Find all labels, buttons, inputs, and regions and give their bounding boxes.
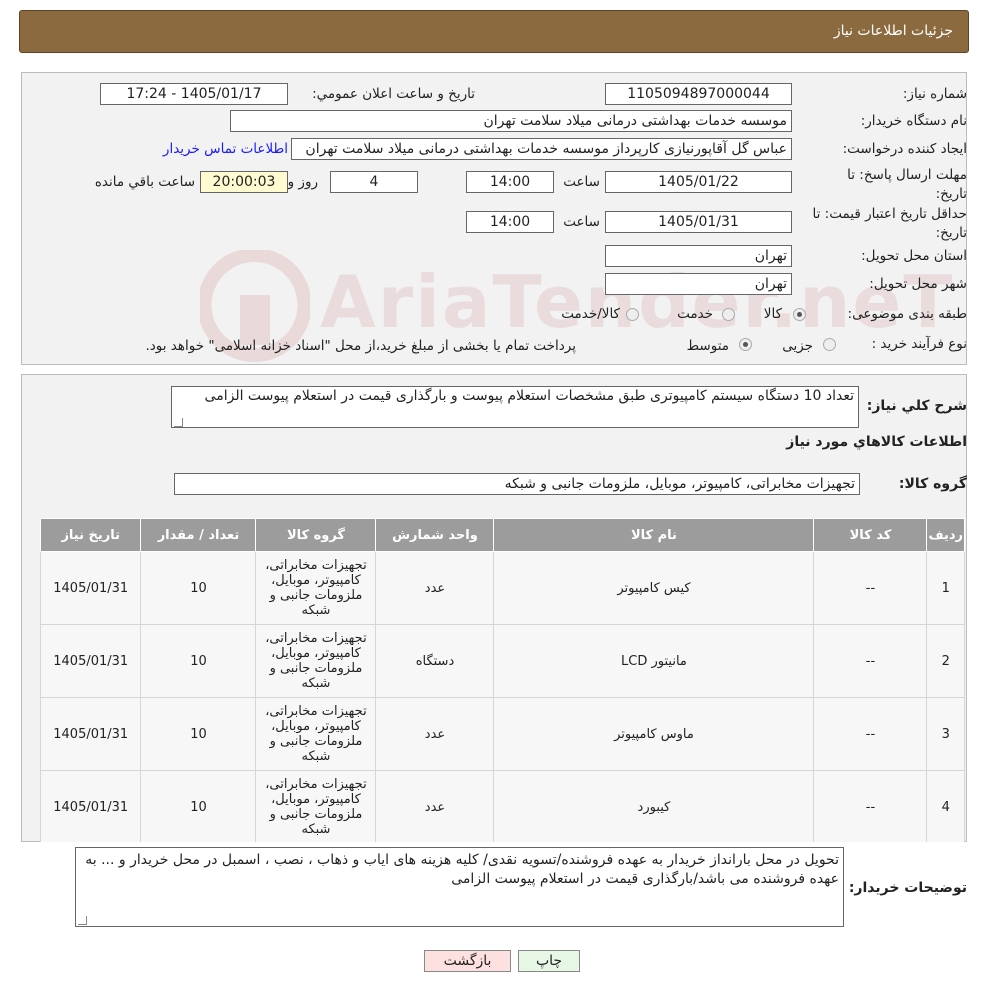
category-option-service: خدمت (677, 306, 713, 322)
cell-code: -- (813, 697, 928, 771)
cell-name: مانیتور LCD (493, 624, 815, 698)
cell-name: کیبورد (493, 770, 815, 844)
creator-field: عباس گل آقاپورنیازی کارپرداز موسسه خدمات… (291, 138, 792, 160)
cell-qty: 10 (140, 624, 257, 698)
process-option-medium: متوسط (686, 338, 729, 354)
province-field: تهران (605, 245, 792, 267)
cell-date: 1405/01/31 (39, 697, 142, 771)
group-label: گروه كالا: (898, 476, 967, 492)
table-header-row: ردیف كد كالا نام كالا واحد شمارش گروه كا… (39, 518, 965, 552)
need-number-label: شماره نیاز: (902, 86, 967, 102)
cell-qty: 10 (140, 770, 257, 844)
announce-field: 1405/01/17 - 17:24 (100, 83, 288, 105)
category-radio-service[interactable] (722, 308, 735, 321)
page-title: جزئیات اطلاعات نیاز (833, 23, 953, 39)
desc-label: شرح كلي نیاز: (866, 398, 967, 414)
cell-unit: دستگاه (375, 624, 495, 698)
items-table: ردیف كد كالا نام كالا واحد شمارش گروه كا… (39, 518, 965, 844)
cell-row: 2 (926, 624, 965, 698)
process-radio-minor[interactable] (823, 338, 836, 351)
cell-date: 1405/01/31 (39, 551, 142, 625)
deadline-label: مهلت ارسال پاسخ: تا تاریخ: (847, 167, 967, 202)
process-option-minor: جزیی (782, 338, 813, 354)
goods-info-title: اطلاعات كالاهاي مورد نیاز (786, 434, 967, 450)
contact-link[interactable]: اطلاعات تماس خریدار (163, 141, 288, 157)
print-button[interactable]: چاپ (518, 950, 580, 972)
page-header: جزئیات اطلاعات نیاز (19, 10, 969, 53)
category-radio-goods[interactable] (793, 308, 806, 321)
cell-code: -- (813, 770, 928, 844)
cell-row: 4 (926, 770, 965, 844)
cell-qty: 10 (140, 551, 257, 625)
col-group: گروه كالا (255, 518, 377, 552)
validity-time-field: 14:00 (466, 211, 554, 233)
cell-unit: عدد (375, 697, 495, 771)
col-date: تاریخ نیاز (39, 518, 142, 552)
col-qty: تعداد / مقدار (140, 518, 257, 552)
table-row: 3 -- ماوس کامپیوتر عدد تجهیزات مخابراتی،… (39, 697, 965, 771)
cell-qty: 10 (140, 697, 257, 771)
cell-row: 1 (926, 551, 965, 625)
process-label: نوع فرآیند خرید : (871, 336, 967, 352)
category-radio-both[interactable] (626, 308, 639, 321)
validity-time-label: ساعت (563, 214, 600, 230)
category-option-both: کالا/خدمت (561, 306, 620, 322)
cell-code: -- (813, 551, 928, 625)
cell-unit: عدد (375, 770, 495, 844)
desc-resize-icon[interactable] (174, 418, 183, 427)
notes-resize-icon[interactable] (78, 916, 87, 925)
cell-row: 3 (926, 697, 965, 771)
back-button[interactable]: بازگشت (424, 950, 511, 972)
city-label: شهر محل تحویل: (869, 276, 967, 292)
cell-name: ماوس کامپیوتر (493, 697, 815, 771)
cell-group: تجهیزات مخابراتی، کامپیوتر، موبایل، ملزو… (255, 770, 377, 844)
col-name: نام كالا (493, 518, 815, 552)
buyer-notes-label: توضیحات خریدار: (848, 880, 967, 896)
deadline-time-field: 14:00 (466, 171, 554, 193)
province-label: استان محل تحویل: (861, 248, 967, 264)
deadline-time-label: ساعت (563, 174, 600, 190)
buyer-org-label: نام دستگاه خریدار: (860, 113, 967, 129)
process-note: پرداخت تمام یا بخشی از مبلغ خرید،از محل … (145, 338, 576, 354)
validity-date-field: 1405/01/31 (605, 211, 792, 233)
col-unit: واحد شمارش (375, 518, 495, 552)
creator-label: ایجاد کننده درخواست: (842, 141, 967, 157)
col-code: كد كالا (813, 518, 928, 552)
days-field: 4 (330, 171, 418, 193)
announce-label: تاریخ و ساعت اعلان عمومي: (312, 86, 475, 102)
cell-date: 1405/01/31 (39, 624, 142, 698)
remaining-label: ساعت باقي مانده (94, 174, 195, 190)
cell-group: تجهیزات مخابراتی، کامپیوتر، موبایل، ملزو… (255, 697, 377, 771)
process-radio-medium[interactable] (739, 338, 752, 351)
city-field: تهران (605, 273, 792, 295)
days-label: روز و (287, 174, 318, 190)
need-number-field: 1105094897000044 (605, 83, 792, 105)
category-option-goods: کالا (763, 306, 782, 322)
col-row: ردیف (926, 518, 965, 552)
buyer-org-field: موسسه خدمات بهداشتی درمانی میلاد سلامت ت… (230, 110, 792, 132)
cell-group: تجهیزات مخابراتی، کامپیوتر، موبایل، ملزو… (255, 551, 377, 625)
table-row: 1 -- کیس کامپیوتر عدد تجهیزات مخابراتی، … (39, 551, 965, 625)
validity-label: حداقل تاریخ اعتبار قیمت: تا تاریخ: (812, 206, 967, 241)
cell-group: تجهیزات مخابراتی، کامپیوتر، موبایل، ملزو… (255, 624, 377, 698)
desc-field: تعداد 10 دستگاه سیستم کامپیوتری طبق مشخص… (171, 386, 859, 428)
cell-code: -- (813, 624, 928, 698)
category-label: طبقه بندی موضوعی: (847, 306, 967, 322)
cell-unit: عدد (375, 551, 495, 625)
table-row: 4 -- کیبورد عدد تجهیزات مخابراتی، کامپیو… (39, 770, 965, 844)
remaining-field: 20:00:03 (200, 171, 288, 193)
table-row: 2 -- مانیتور LCD دستگاه تجهیزات مخابراتی… (39, 624, 965, 698)
group-field: تجهیزات مخابراتی، کامپیوتر، موبایل، ملزو… (174, 473, 860, 495)
cell-date: 1405/01/31 (39, 770, 142, 844)
cell-name: کیس کامپیوتر (493, 551, 815, 625)
buyer-notes-field: تحویل در محل بارانداز خریدار به عهده فرو… (75, 847, 844, 927)
deadline-date-field: 1405/01/22 (605, 171, 792, 193)
